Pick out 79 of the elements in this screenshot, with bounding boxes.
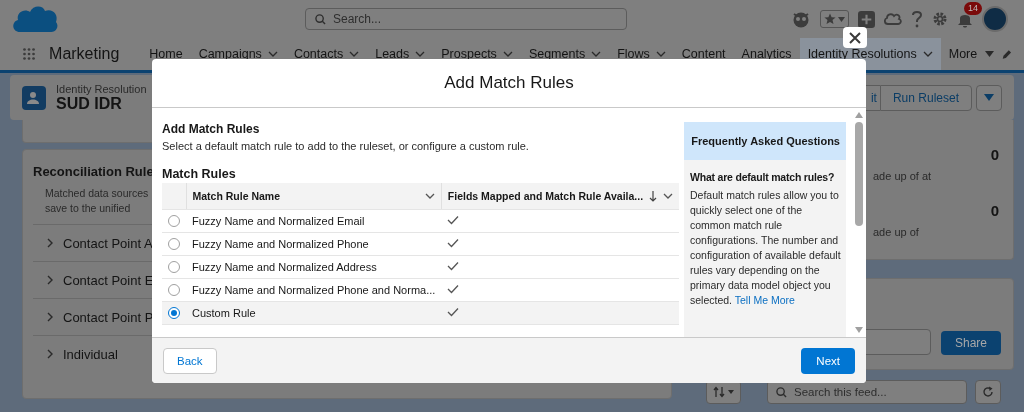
caret-down-icon — [728, 390, 734, 394]
object-type: Identity Resolution — [56, 82, 147, 95]
chevron-right-icon[interactable] — [45, 312, 55, 322]
next-button[interactable]: Next — [801, 347, 855, 374]
app-name: Marketing — [49, 45, 120, 63]
chevron-down-icon — [424, 191, 435, 201]
chevron-down-icon — [502, 49, 513, 59]
star-icon — [824, 13, 836, 25]
refresh-button[interactable] — [975, 380, 1001, 404]
check-icon — [447, 261, 460, 271]
check-icon — [447, 215, 460, 225]
radio-button[interactable] — [168, 261, 180, 273]
chevron-down-icon — [415, 49, 426, 59]
faq-question: What are default match rules? — [689, 170, 836, 185]
chevron-down-icon — [349, 49, 360, 59]
table-cell: Fuzzy Name and Normalized Email — [186, 209, 442, 233]
help-icon[interactable] — [911, 10, 923, 28]
run-ruleset-button[interactable]: Run Ruleset — [879, 84, 972, 111]
column-header[interactable]: Fields Mapped and Match Rule Availa... — [441, 183, 680, 210]
stat-value: 0 — [990, 146, 999, 165]
radio-button[interactable] — [168, 307, 180, 319]
radio-button[interactable] — [168, 215, 180, 227]
chevron-right-icon[interactable] — [45, 275, 55, 285]
feed-search-field[interactable]: Search this feed... — [767, 380, 967, 404]
radio-button[interactable] — [168, 284, 180, 296]
section-label[interactable]: Individual — [63, 346, 118, 362]
settings-icon[interactable] — [932, 11, 948, 27]
close-icon — [848, 30, 862, 45]
section-title: Add Match Rules — [162, 122, 261, 136]
cloud-icon[interactable] — [884, 11, 902, 27]
section-description: Select a default match rule to add to the ruleset, or configure a custom rule. — [162, 140, 530, 152]
caret-down-icon — [984, 94, 994, 101]
chevron-down-icon — [267, 49, 278, 59]
chevron-right-icon[interactable] — [45, 349, 55, 359]
app-launcher-icon[interactable] — [23, 46, 36, 62]
table-cell: Custom Rule — [186, 301, 442, 325]
caret-down-icon — [985, 51, 995, 57]
share-button[interactable]: Share — [940, 331, 1001, 355]
caret-down-icon — [838, 16, 845, 22]
table-cell: Fuzzy Name and Normalized Phone and Norma... — [186, 278, 442, 302]
search-icon — [315, 14, 326, 25]
radio-button[interactable] — [168, 238, 180, 250]
chevron-down-icon — [663, 191, 674, 201]
card-title: Reconciliation Rule — [33, 164, 154, 179]
stat-value: 0 — [990, 202, 999, 221]
mascot-icon[interactable] — [791, 10, 811, 28]
search-icon — [776, 387, 787, 398]
back-button[interactable]: Back — [163, 347, 217, 374]
chevron-down-icon — [922, 49, 933, 59]
section-label[interactable]: Contact Point A — [63, 235, 153, 251]
stat-text: ade up of at — [873, 170, 932, 184]
chevron-right-icon[interactable] — [45, 238, 55, 248]
chevron-down-icon — [655, 49, 666, 59]
card-description: Matched data sources save to the unified — [45, 186, 149, 216]
search-field[interactable]: Search... — [305, 8, 627, 30]
close-button[interactable] — [843, 27, 867, 48]
tell-me-more-link[interactable]: Tell Me More — [734, 294, 795, 306]
record-icon — [22, 85, 46, 110]
table-title: Match Rules — [162, 167, 237, 181]
record-title: SUD IDR — [56, 94, 123, 113]
modal-title: Add Match Rules — [152, 59, 866, 108]
faq-heading: Frequently Asked Questions — [684, 122, 846, 160]
stat-text: ade up of — [873, 226, 919, 240]
faq-answer: Default match rules allow you to quickly select one of the common match rule configurations. The number and configuration of available default rules vary depending on the primary data model object you selected. Tell Me More — [689, 188, 842, 308]
table-cell: Fuzzy Name and Normalized Phone — [186, 232, 442, 256]
check-icon — [447, 307, 460, 317]
column-header[interactable]: Match Rule Name — [186, 183, 442, 210]
dropdown-button[interactable] — [976, 84, 1002, 111]
refresh-icon — [982, 386, 994, 398]
notification-badge: 14 — [964, 1, 982, 15]
chevron-down-icon — [591, 49, 602, 59]
sort-arrow-icon — [649, 190, 658, 202]
check-icon — [447, 284, 460, 294]
sort-icon — [713, 386, 725, 398]
check-icon — [447, 238, 460, 248]
more-menu[interactable]: More — [940, 38, 1003, 70]
avatar[interactable] — [982, 6, 1008, 32]
table-cell: Fuzzy Name and Normalized Address — [186, 255, 442, 279]
plus-icon[interactable] — [858, 10, 875, 28]
